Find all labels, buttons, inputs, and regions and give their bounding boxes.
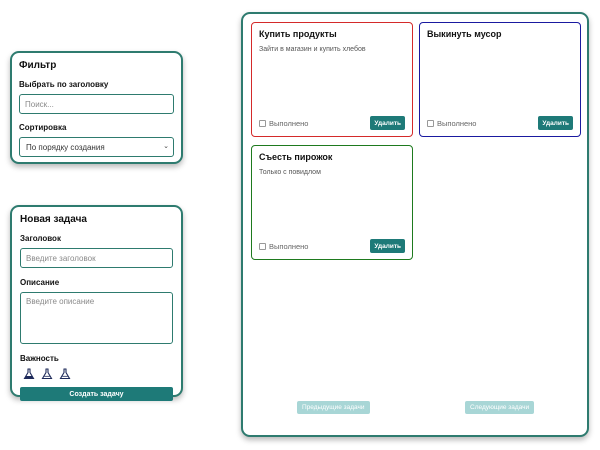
new-task-panel: Новая задача Заголовок Описание Важность… [10, 205, 183, 401]
done-label: Выполнено [269, 241, 309, 251]
importance-selector [23, 368, 173, 380]
filter-title: Фильтр [19, 60, 57, 71]
sort-select[interactable]: По порядку создания ⌄ [19, 137, 174, 157]
done-label: Выполнено [437, 118, 477, 128]
next-page-button[interactable]: Следующие задачи [465, 401, 535, 414]
task-card: Выкинуть мусор Выполнено Удалить [419, 22, 581, 137]
done-checkbox[interactable]: Выполнено [259, 242, 308, 251]
checkbox-icon[interactable] [259, 242, 266, 250]
description-label: Описание [20, 278, 60, 287]
create-task-button[interactable]: Создать задачу [20, 387, 173, 401]
task-board: Купить продукты Зайти в магазин и купить… [241, 12, 589, 437]
delete-button[interactable]: Удалить [370, 116, 405, 130]
checkbox-icon[interactable] [427, 119, 434, 127]
task-title: Съесть пирожок [259, 152, 333, 162]
sort-selected-value: По порядку создания [26, 142, 105, 152]
task-card: Купить продукты Зайти в магазин и купить… [251, 22, 413, 137]
flask-outline-icon[interactable] [41, 368, 53, 380]
filter-panel: Фильтр Выбрать по заголовку Сортировка П… [10, 51, 183, 164]
task-description: Только с повидлом [259, 169, 321, 176]
description-input[interactable] [20, 292, 173, 344]
prev-page-button[interactable]: Предыдущие задачи [297, 401, 370, 414]
delete-button[interactable]: Удалить [370, 239, 405, 253]
search-label: Выбрать по заголовку [19, 80, 109, 89]
title-label: Заголовок [20, 234, 61, 243]
search-input[interactable] [19, 94, 174, 114]
task-description: Зайти в магазин и купить хлебов [259, 46, 366, 53]
title-input[interactable] [20, 248, 173, 268]
done-label: Выполнено [269, 118, 309, 128]
chevron-down-icon: ⌄ [163, 143, 169, 150]
importance-label: Важность [20, 354, 59, 363]
task-card: Съесть пирожок Только с повидлом Выполне… [251, 145, 413, 260]
flask-outline-icon[interactable] [59, 368, 71, 380]
flask-icon[interactable] [23, 368, 35, 380]
checkbox-icon[interactable] [259, 119, 266, 127]
done-checkbox[interactable]: Выполнено [427, 119, 476, 128]
done-checkbox[interactable]: Выполнено [259, 119, 308, 128]
sort-label: Сортировка [19, 123, 67, 132]
delete-button[interactable]: Удалить [538, 116, 573, 130]
task-title: Выкинуть мусор [427, 29, 502, 39]
task-title: Купить продукты [259, 29, 337, 39]
new-task-title: Новая задача [20, 214, 87, 225]
